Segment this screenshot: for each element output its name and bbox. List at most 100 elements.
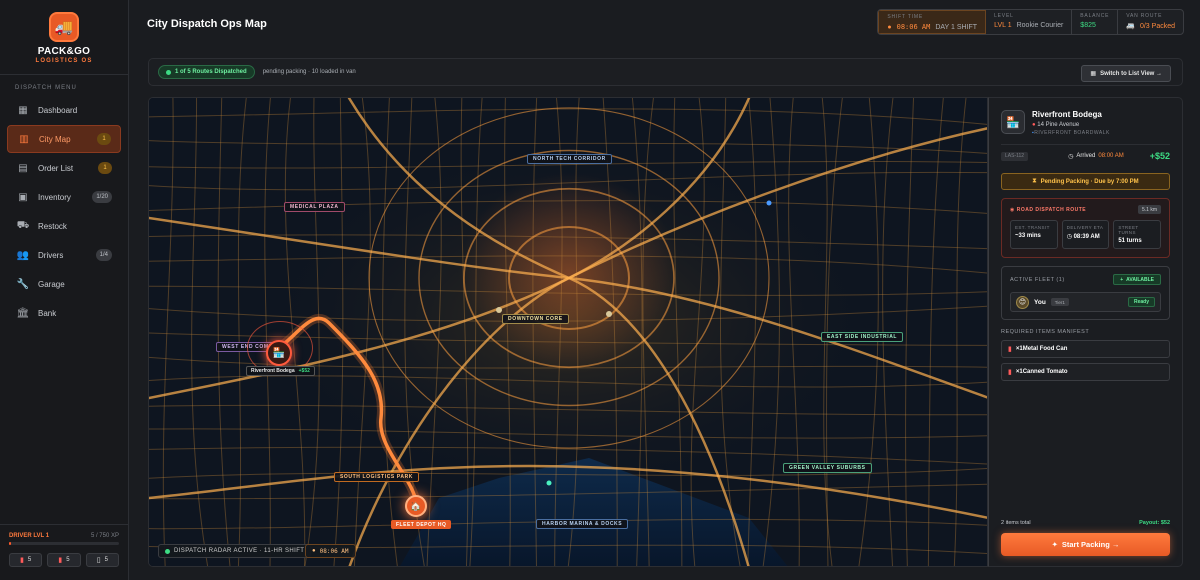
cell-value: 51 turns bbox=[1118, 238, 1142, 244]
radar-status: DISPATCH RADAR ACTIVE · 11-HR SHIFT bbox=[158, 544, 312, 558]
order-payout: +$52 bbox=[1149, 151, 1170, 161]
zone-downtown[interactable]: DOWNTOWN CORE bbox=[502, 314, 569, 324]
route-distance: 5.1 km bbox=[1137, 205, 1161, 214]
sidebar-item-order-list[interactable]: ▤ Order List 1 bbox=[7, 154, 121, 182]
box-icon: ▣ bbox=[18, 191, 28, 203]
order-code: LAS-112 bbox=[1001, 151, 1029, 161]
address-text: 14 Pine Avenue bbox=[1037, 122, 1080, 128]
xp-bar bbox=[9, 542, 119, 545]
driver-level: DRIVER LVL 1 bbox=[9, 533, 50, 539]
cell-label: EST. TRANSIT bbox=[1015, 225, 1050, 230]
can-icon: ▮ bbox=[20, 557, 24, 564]
cell-label: DELIVERY ETA bbox=[1066, 225, 1104, 230]
arrived-label: Arrived bbox=[1076, 153, 1096, 159]
radar-text: DISPATCH RADAR ACTIVE · 11-HR SHIFT bbox=[174, 548, 305, 554]
plus-icon: + bbox=[1120, 276, 1124, 283]
driver-tier: Tier1 bbox=[1050, 298, 1069, 306]
balance-value: $825 bbox=[1080, 22, 1096, 29]
sidebar-item-dashboard[interactable]: ▦ Dashboard bbox=[7, 96, 121, 124]
eta-cell: DELIVERY ETA ◷ 08:39 AM bbox=[1061, 220, 1110, 249]
depot-pin[interactable]: 🏠 bbox=[405, 495, 427, 517]
switch-list-view-button[interactable]: ▦ Switch to List View → bbox=[1081, 65, 1171, 82]
xp-counter: 5 / 750 XP bbox=[90, 533, 119, 539]
sidebar-item-label: Dashboard bbox=[38, 105, 78, 115]
order-detail-panel: 🏪 Riverfront Bodega ● 14 Pine Avenue ▪RI… bbox=[988, 97, 1183, 567]
start-packing-button[interactable]: ✦ Start Packing → bbox=[1001, 533, 1170, 556]
level-stat: LEVEL LVL 1 Rookie Courier bbox=[986, 10, 1073, 34]
pending-packing-banner: ⧗ Pending Packing · Due by 7:00 PM bbox=[1001, 173, 1170, 190]
manifest-text: ×1Metal Food Can bbox=[1015, 346, 1068, 352]
manifest-item: ▮ ×1Metal Food Can bbox=[1001, 340, 1170, 358]
sidebar-item-restock[interactable]: ⛟ Restock bbox=[7, 212, 121, 240]
zone-green-valley[interactable]: GREEN VALLEY SUBURBS bbox=[783, 463, 872, 473]
dispatch-status-bar: 1 of 5 Routes Dispatched pending packing… bbox=[148, 58, 1183, 86]
eta-text: 08:39 AM bbox=[1073, 234, 1100, 240]
route-title: ◉ ROAD DISPATCH ROUTE bbox=[1010, 207, 1086, 213]
routes-text: 1 of 5 Routes Dispatched bbox=[175, 69, 247, 75]
zone-medical[interactable]: MEDICAL PLAZA bbox=[284, 202, 345, 212]
pin-icon: ● bbox=[1032, 122, 1036, 128]
sidebar-item-label: City Map bbox=[39, 134, 71, 144]
clipboard-icon: ▤ bbox=[18, 162, 28, 174]
sidebar-item-garage[interactable]: 🔧 Garage bbox=[7, 270, 121, 298]
truck-icon: ⛟ bbox=[16, 219, 30, 231]
store-name: Riverfront Bodega bbox=[1032, 110, 1102, 119]
bodega-map-label[interactable]: Riverfront Bodega +$52 bbox=[246, 366, 315, 376]
shift-time: 08:06 AM bbox=[896, 23, 931, 31]
can-icon: ▮ bbox=[1008, 369, 1012, 376]
sidebar-item-label: Restock bbox=[38, 221, 67, 231]
shift-day: DAY 1 SHIFT bbox=[935, 23, 978, 31]
route-info-card: ◉ ROAD DISPATCH ROUTE 5.1 km EST. TRANSI… bbox=[1001, 198, 1170, 258]
turns-cell: STREET TURNS 51 turns bbox=[1113, 220, 1162, 249]
stat-label: LEVEL bbox=[994, 13, 1014, 19]
inventory-chip-jar[interactable]: ▮ 5 bbox=[47, 553, 81, 567]
transit-cell: EST. TRANSIT ~33 mins bbox=[1010, 220, 1058, 249]
zone-east-side[interactable]: EAST SIDE INDUSTRIAL bbox=[821, 332, 904, 342]
sidebar-item-bank[interactable]: 🏛 Bank bbox=[7, 299, 121, 327]
van-logo-icon: 🚚 bbox=[49, 12, 79, 42]
store-zone: ▪RIVERFRONT BOARDWALK bbox=[1032, 130, 1110, 136]
zone-north-tech[interactable]: NORTH TECH CORRIDOR bbox=[527, 154, 612, 164]
zone-text: RIVERFRONT BOARDWALK bbox=[1034, 130, 1110, 136]
store-pin[interactable]: 🏪 bbox=[266, 340, 292, 366]
arrival-info: ◷ Arrived 08:00 AM bbox=[1068, 153, 1124, 160]
bodega-payout: +$52 bbox=[298, 368, 310, 374]
radar-clock: ● 08:06 AM bbox=[305, 544, 356, 558]
inventory-chip-cup[interactable]: ▯ 5 bbox=[85, 553, 119, 567]
route-title-text: ROAD DISPATCH ROUTE bbox=[1016, 206, 1087, 213]
depot-label: FLEET DEPOT HQ bbox=[391, 520, 452, 529]
bank-icon: 🏛 bbox=[16, 307, 30, 319]
sidebar-footer: DRIVER LVL 1 5 / 750 XP ▮ 5 ▮ 5 ▯ 5 bbox=[0, 524, 128, 580]
van-icon: 🚐 bbox=[1126, 23, 1135, 30]
pending-text: Pending Packing · Due by 7:00 PM bbox=[1040, 178, 1139, 185]
inventory-count: 5 bbox=[27, 557, 32, 563]
bodega-name: Riverfront Bodega bbox=[251, 368, 295, 374]
sidebar-badge: 1 bbox=[98, 162, 112, 174]
sidebar-item-label: Bank bbox=[38, 308, 57, 318]
payout-total: Payout: $52 bbox=[1139, 520, 1170, 526]
zone-south-logistics[interactable]: SOUTH LOGISTICS PARK bbox=[334, 472, 420, 482]
route-icon: ◉ bbox=[1010, 206, 1015, 213]
sidebar-item-inventory[interactable]: ▣ Inventory 1/20 bbox=[7, 183, 121, 211]
stat-label: VAN ROUTE bbox=[1126, 13, 1163, 19]
sidebar-item-label: Garage bbox=[38, 279, 65, 289]
active-fleet-card: ACTIVE FLEET (1) + AVAILABLE 😊 You Tier1 … bbox=[1001, 266, 1170, 320]
inventory-chip-can[interactable]: ▮ 5 bbox=[9, 553, 43, 567]
clock-icon: ● bbox=[312, 548, 316, 554]
store-icon: 🏪 bbox=[1001, 110, 1025, 134]
pending-text: pending packing · 10 loaded in van bbox=[262, 69, 356, 75]
sidebar-item-drivers[interactable]: 👥 Drivers 1/4 bbox=[7, 241, 121, 269]
driver-row[interactable]: 😊 You Tier1 Ready bbox=[1010, 292, 1161, 312]
shift-time-stat: SHIFT TIME ● 08:06 AM DAY 1 SHIFT bbox=[878, 10, 987, 34]
sidebar-item-city-map[interactable]: ▥ City Map 1 bbox=[7, 125, 121, 153]
sidebar: 🚚 PACK&GO LOGISTICS OS DISPATCH MENU ▦ D… bbox=[0, 0, 129, 580]
items-total: 2 items total bbox=[1001, 520, 1031, 526]
header-stats: SHIFT TIME ● 08:06 AM DAY 1 SHIFT LEVEL LV… bbox=[877, 9, 1184, 35]
stat-label: SHIFT TIME bbox=[887, 14, 923, 20]
fleet-label: ACTIVE FLEET (1) bbox=[1010, 276, 1065, 283]
city-map[interactable]: NORTH TECH CORRIDOR MEDICAL PLAZA DOWNTO… bbox=[148, 97, 988, 567]
zone-harbor[interactable]: HARBOR MARINA & DOCKS bbox=[536, 519, 629, 529]
driver-name: You bbox=[1034, 298, 1046, 306]
sidebar-badge: 1 bbox=[97, 133, 111, 145]
menu-label: DISPATCH MENU bbox=[15, 85, 77, 91]
